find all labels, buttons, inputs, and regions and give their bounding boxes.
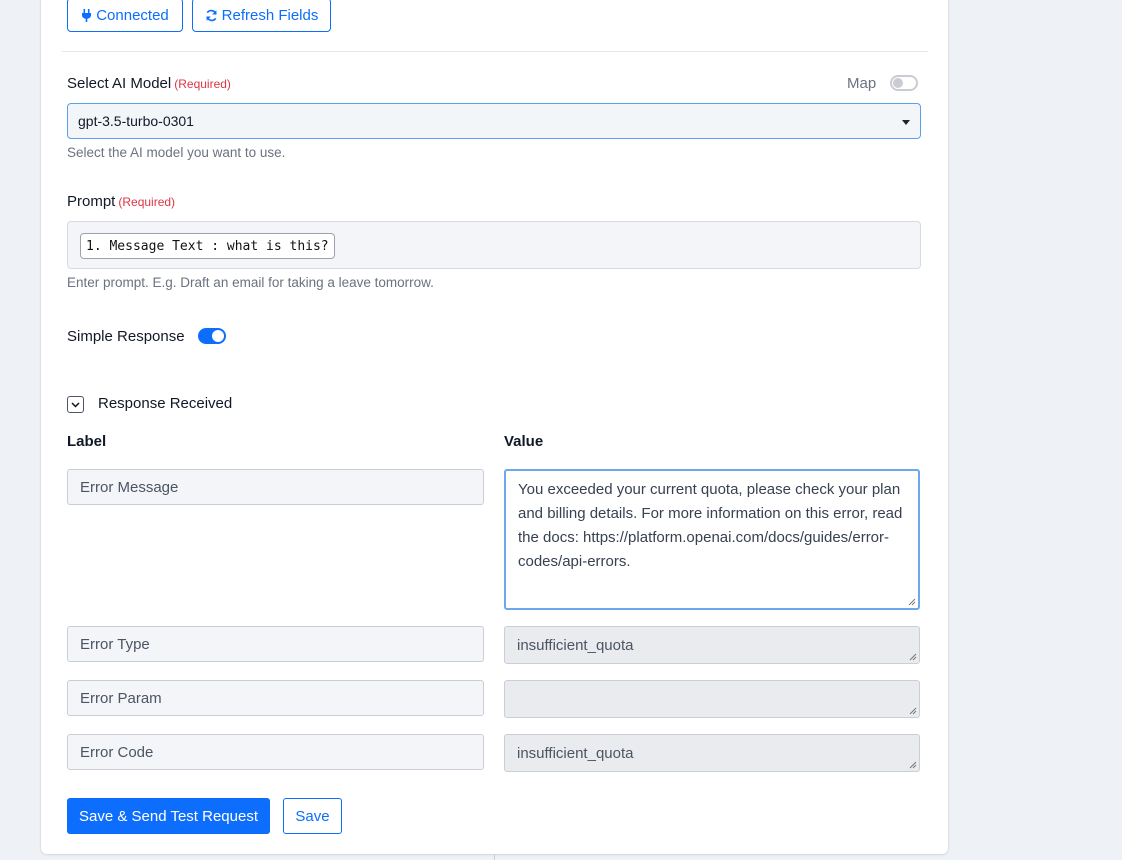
resize-grip-icon[interactable] — [909, 761, 917, 769]
response-label-field: Error Message — [67, 469, 484, 505]
connected-label: Connected — [96, 6, 169, 24]
map-toggle-knob — [893, 78, 903, 88]
mapped-field-chip[interactable]: 1. Message Text : what is this? — [80, 233, 335, 259]
divider — [62, 51, 928, 52]
response-value-text: You exceeded your current quota, please … — [518, 481, 903, 570]
map-label: Map — [847, 75, 877, 92]
save-button[interactable]: Save — [283, 798, 342, 834]
resize-grip-icon[interactable] — [909, 653, 917, 661]
refresh-icon — [205, 9, 217, 21]
required-badge: (Required) — [174, 77, 231, 91]
prompt-label-text: Prompt — [67, 193, 116, 210]
refresh-fields-button[interactable]: Refresh Fields — [192, 0, 331, 32]
response-received-title: Response Received — [98, 395, 233, 412]
response-value-field[interactable]: insufficient_quota — [504, 734, 920, 772]
ai-model-select[interactable]: gpt-3.5-turbo-0301 — [67, 103, 921, 139]
model-label-text: Select AI Model — [67, 75, 172, 92]
response-label-field: Error Code — [67, 734, 484, 770]
collapse-toggle[interactable] — [67, 396, 84, 413]
save-send-test-button[interactable]: Save & Send Test Request — [67, 798, 270, 834]
chevron-down-icon — [71, 401, 80, 408]
required-badge: (Required) — [118, 195, 176, 209]
resize-grip-icon[interactable] — [909, 707, 917, 715]
prompt-help-text: Enter prompt. E.g. Draft an email for ta… — [67, 275, 434, 290]
model-help-text: Select the AI model you want to use. — [67, 145, 286, 160]
response-value-text: insufficient_quota — [517, 636, 634, 654]
toggle-knob — [212, 330, 224, 342]
label-column-header: Label — [67, 433, 107, 450]
resize-grip-icon[interactable] — [908, 598, 916, 606]
value-column-header: Value — [504, 433, 544, 450]
ai-model-selected: gpt-3.5-turbo-0301 — [78, 113, 194, 129]
response-label-field: Error Type — [67, 626, 484, 662]
model-field-label: Select AI Model (Required) — [67, 75, 231, 92]
caret-down-icon — [902, 120, 910, 125]
response-value-text: insufficient_quota — [517, 744, 634, 762]
simple-response-label: Simple Response — [67, 328, 185, 345]
map-toggle[interactable] — [890, 75, 918, 91]
response-value-field[interactable] — [504, 680, 920, 718]
simple-response-toggle[interactable] — [198, 328, 226, 344]
connected-button[interactable]: Connected — [67, 0, 183, 32]
prompt-input[interactable]: 1. Message Text : what is this? — [67, 221, 921, 269]
response-label-field: Error Param — [67, 680, 484, 716]
refresh-fields-label: Refresh Fields — [221, 6, 319, 24]
divider — [494, 854, 495, 860]
response-value-field[interactable]: insufficient_quota — [504, 626, 920, 664]
plug-icon — [82, 8, 92, 22]
prompt-field-label: Prompt (Required) — [67, 193, 175, 210]
response-value-field[interactable]: You exceeded your current quota, please … — [504, 469, 920, 610]
